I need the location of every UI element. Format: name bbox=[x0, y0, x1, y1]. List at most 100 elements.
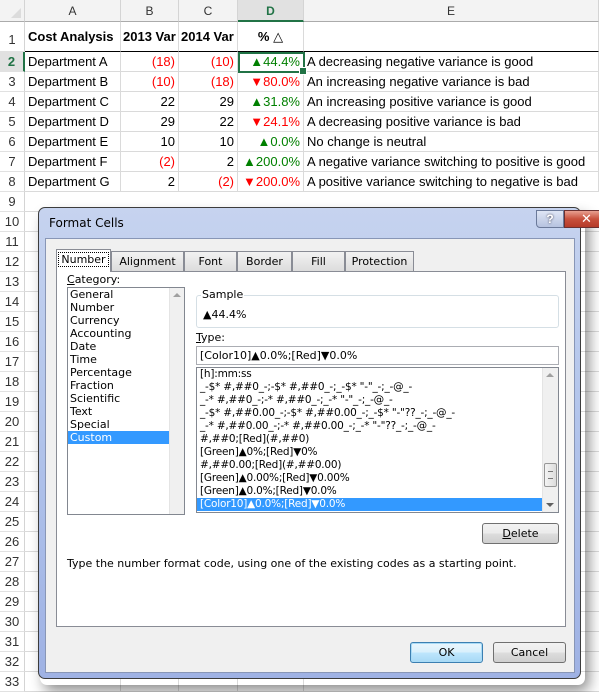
cancel-button[interactable]: Cancel bbox=[493, 642, 566, 663]
row-header-16[interactable]: 16 bbox=[0, 332, 25, 352]
cell-pct-change[interactable]: ▲31.8% bbox=[238, 92, 304, 112]
row-header-19[interactable]: 19 bbox=[0, 392, 25, 412]
row-header-32[interactable]: 32 bbox=[0, 652, 25, 672]
cell-note[interactable]: A decreasing positive variance is bad bbox=[304, 112, 599, 132]
row-header-13[interactable]: 13 bbox=[0, 272, 25, 292]
format-code-item[interactable]: [Green]▲0.00%;[Red]▼0.00% bbox=[197, 472, 558, 485]
cell-department[interactable]: Department E bbox=[25, 132, 121, 152]
row-header-24[interactable]: 24 bbox=[0, 492, 25, 512]
row-header-8[interactable]: 8 bbox=[0, 172, 25, 192]
row-header-2[interactable]: 2 bbox=[0, 52, 25, 72]
row-header-20[interactable]: 20 bbox=[0, 412, 25, 432]
row-header-7[interactable]: 7 bbox=[0, 152, 25, 172]
cell-pct-change[interactable]: ▼24.1% bbox=[238, 112, 304, 132]
column-header-d[interactable]: D bbox=[238, 0, 304, 22]
format-code-item[interactable]: _-* #,##0.00_-;-* #,##0.00_-;_-* "-"??_-… bbox=[197, 420, 558, 433]
cell-department[interactable]: Department C bbox=[25, 92, 121, 112]
category-item-time[interactable]: Time bbox=[68, 353, 184, 366]
row-header-28[interactable]: 28 bbox=[0, 572, 25, 592]
cell-pct-change[interactable]: ▼200.0% bbox=[238, 172, 304, 192]
cell-2013-var[interactable]: (18) bbox=[121, 52, 179, 72]
cell-2014-var[interactable]: 10 bbox=[179, 132, 238, 152]
row-header-21[interactable]: 21 bbox=[0, 432, 25, 452]
cell-department[interactable]: Department B bbox=[25, 72, 121, 92]
category-item-date[interactable]: Date bbox=[68, 340, 184, 353]
select-all-corner[interactable] bbox=[0, 0, 25, 22]
row-header-15[interactable]: 15 bbox=[0, 312, 25, 332]
cell-2013-var[interactable]: 10 bbox=[121, 132, 179, 152]
cell-note[interactable]: A negative variance switching to positiv… bbox=[304, 152, 599, 172]
cell-2014-var[interactable]: (10) bbox=[179, 52, 238, 72]
cell-department[interactable]: Department D bbox=[25, 112, 121, 132]
row-header-30[interactable]: 30 bbox=[0, 612, 25, 632]
cell-note[interactable]: No change is neutral bbox=[304, 132, 599, 152]
cell-2014-var[interactable]: 29 bbox=[179, 92, 238, 112]
format-code-list[interactable]: [h]:mm:ss _-$* #,##0_-;-$* #,##0_-;_-$* "… bbox=[196, 367, 559, 513]
format-list-scrollbar[interactable] bbox=[542, 368, 558, 512]
column-header-a[interactable]: A bbox=[25, 0, 121, 22]
row-header-22[interactable]: 22 bbox=[0, 452, 25, 472]
row-header-14[interactable]: 14 bbox=[0, 292, 25, 312]
column-header-e[interactable]: E bbox=[304, 0, 599, 22]
category-item-custom[interactable]: Custom bbox=[68, 431, 170, 444]
cell-pct-change[interactable]: ▲200.0% bbox=[238, 152, 304, 172]
tab-protection[interactable]: Protection bbox=[345, 251, 414, 271]
row-header-3[interactable]: 3 bbox=[0, 72, 25, 92]
cell-2014-var[interactable]: (2) bbox=[179, 172, 238, 192]
cell-note[interactable]: An increasing negative variance is bad bbox=[304, 72, 599, 92]
cell-note[interactable]: A decreasing negative variance is good bbox=[304, 52, 599, 72]
row-header-12[interactable]: 12 bbox=[0, 252, 25, 272]
format-code-item[interactable]: [h]:mm:ss bbox=[197, 368, 558, 381]
row-header-23[interactable]: 23 bbox=[0, 472, 25, 492]
format-code-item[interactable]: _-$* #,##0_-;-$* #,##0_-;_-$* "-"_-;_-@_… bbox=[197, 381, 558, 394]
cell-c1[interactable]: 2014 Var bbox=[179, 22, 238, 52]
category-item-special[interactable]: Special bbox=[68, 418, 184, 431]
row-header-10[interactable]: 10 bbox=[0, 212, 25, 232]
format-code-item[interactable]: _-* #,##0_-;-* #,##0_-;_-* "-"_-;_-@_- bbox=[197, 394, 558, 407]
cell-2013-var[interactable]: (2) bbox=[121, 152, 179, 172]
format-code-item[interactable]: [Green]▲0%;[Red]▼0% bbox=[197, 446, 558, 459]
column-header-b[interactable]: B bbox=[121, 0, 179, 22]
cell-e1[interactable] bbox=[304, 22, 599, 52]
tab-alignment[interactable]: Alignment bbox=[111, 251, 184, 271]
ok-button[interactable]: OK bbox=[410, 642, 483, 663]
format-code-item[interactable]: [Color10]▲0.0%;[Red]▼0.0% bbox=[197, 498, 542, 511]
row-header-31[interactable]: 31 bbox=[0, 632, 25, 652]
format-code-item[interactable]: _-$* #,##0.00_-;-$* #,##0.00_-;_-$* "-"?… bbox=[197, 407, 558, 420]
cell-department[interactable]: Department G bbox=[25, 172, 121, 192]
cell-d1[interactable]: % △ bbox=[238, 22, 304, 52]
cell-2013-var[interactable]: (10) bbox=[121, 72, 179, 92]
column-header-c[interactable]: C bbox=[179, 0, 238, 22]
scroll-down-icon[interactable] bbox=[546, 503, 554, 507]
category-item-accounting[interactable]: Accounting bbox=[68, 327, 184, 340]
format-code-item[interactable]: #,##0.00;[Red](#,##0.00) bbox=[197, 459, 558, 472]
cell-pct-change[interactable]: ▼80.0% bbox=[238, 72, 304, 92]
category-item-text[interactable]: Text bbox=[68, 405, 184, 418]
cell-department[interactable]: Department A bbox=[25, 52, 121, 72]
tab-border[interactable]: Border bbox=[237, 251, 292, 271]
tab-number[interactable]: Number bbox=[56, 249, 111, 272]
category-item-fraction[interactable]: Fraction bbox=[68, 379, 184, 392]
cell-2014-var[interactable]: 22 bbox=[179, 112, 238, 132]
row-header-9[interactable]: 9 bbox=[0, 192, 25, 212]
scroll-up-icon[interactable] bbox=[546, 373, 554, 377]
cell-2014-var[interactable]: (18) bbox=[179, 72, 238, 92]
row-header-27[interactable]: 27 bbox=[0, 552, 25, 572]
tab-fill[interactable]: Fill bbox=[292, 251, 345, 271]
row-header-11[interactable]: 11 bbox=[0, 232, 25, 252]
scroll-up-icon[interactable] bbox=[173, 293, 181, 297]
row-header-26[interactable]: 26 bbox=[0, 532, 25, 552]
row-header-6[interactable]: 6 bbox=[0, 132, 25, 152]
row-header-29[interactable]: 29 bbox=[0, 592, 25, 612]
cell-pct-change[interactable]: ▲44.4% bbox=[238, 52, 304, 72]
help-button[interactable]: ? bbox=[536, 210, 564, 228]
format-code-item[interactable]: [Green]▲0.0%;[Red]▼0.0% bbox=[197, 485, 558, 498]
cell-2013-var[interactable]: 2 bbox=[121, 172, 179, 192]
category-list[interactable]: General Number Currency Accounting Date Time P… bbox=[67, 287, 185, 515]
close-button[interactable]: ✕ bbox=[564, 210, 599, 228]
format-code-item[interactable]: #,##0;[Red](#,##0) bbox=[197, 433, 558, 446]
category-item-percentage[interactable]: Percentage bbox=[68, 366, 184, 379]
category-item-currency[interactable]: Currency bbox=[68, 314, 184, 327]
cell-pct-change[interactable]: ▲0.0% bbox=[238, 132, 304, 152]
row-header-25[interactable]: 25 bbox=[0, 512, 25, 532]
